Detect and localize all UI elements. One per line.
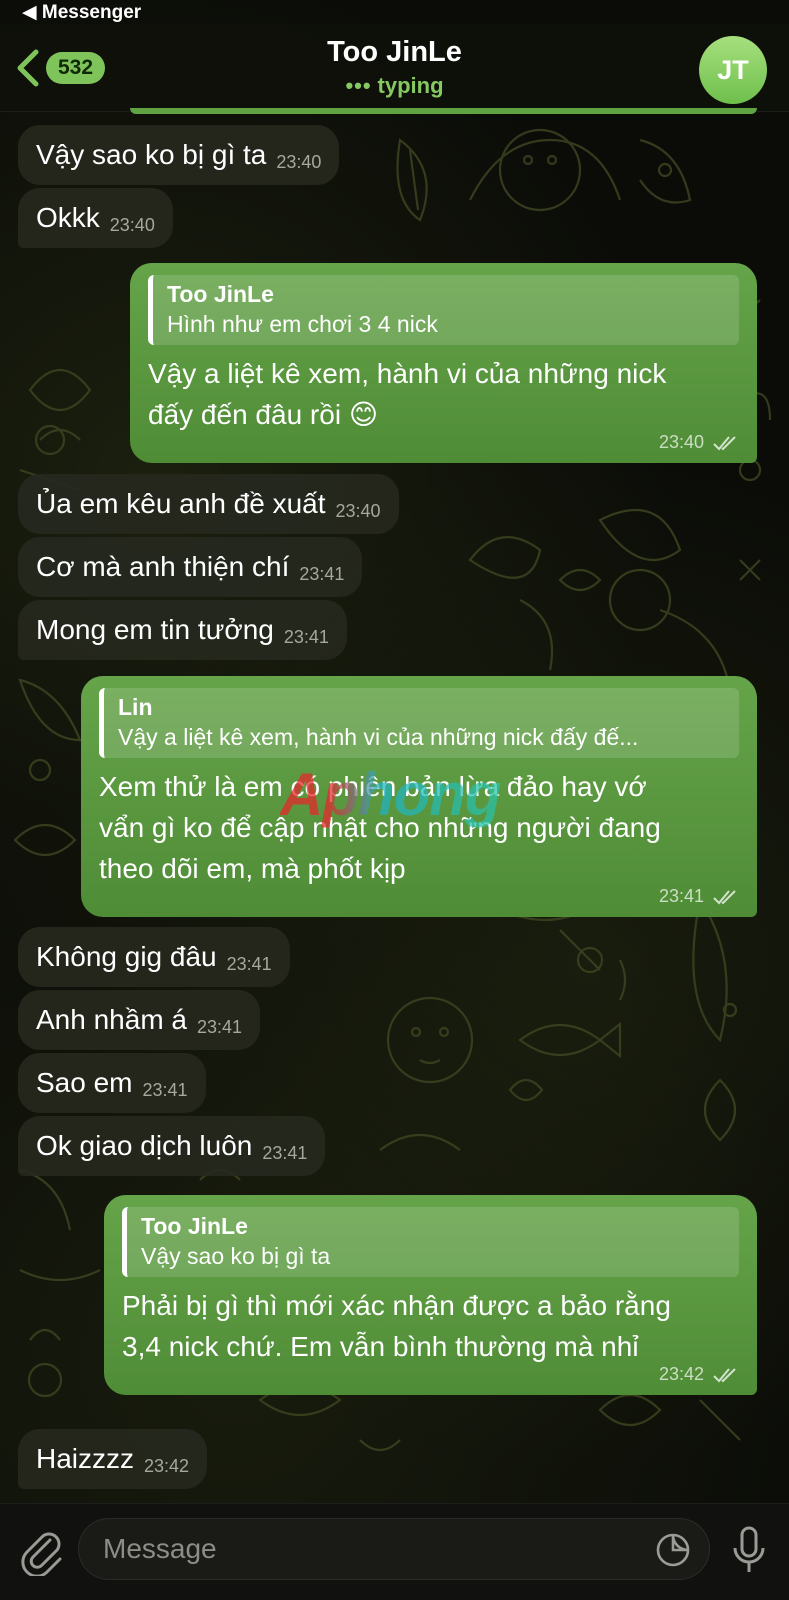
- double-check-icon: [713, 890, 736, 905]
- avatar[interactable]: JT: [699, 36, 767, 104]
- status-bar-back-app[interactable]: ◀ Messenger: [0, 0, 789, 24]
- message-incoming[interactable]: Okkk 23:40: [18, 188, 173, 248]
- back-button[interactable]: 532: [14, 48, 106, 88]
- message-text: Cơ mà anh thiện chí: [36, 551, 290, 582]
- message-text: Vậy sao ko bị gì ta: [36, 139, 267, 170]
- message-text: Sao em: [36, 1067, 133, 1098]
- chat-title-block[interactable]: Too JinLe ••• typing: [200, 36, 589, 99]
- reply-quote[interactable]: Lin Vậy a liệt kê xem, hành vi của những…: [99, 688, 739, 758]
- message-time: 23:41: [283, 627, 329, 647]
- chevron-left-icon: [17, 49, 39, 87]
- message-incoming[interactable]: Cơ mà anh thiện chí 23:41: [18, 537, 363, 597]
- message-time: 23:40: [276, 152, 322, 172]
- message-incoming[interactable]: Ủa em kêu anh đề xuất 23:40: [18, 474, 399, 534]
- message-line: theo dõi em, mà phốt kịp: [99, 853, 406, 884]
- typing-dots-icon: •••: [345, 73, 372, 98]
- message-time: 23:41: [197, 1017, 243, 1037]
- message-time: 23:42: [144, 1456, 190, 1476]
- message-text: Anh nhầm á: [36, 1004, 187, 1035]
- message-time: 23:42: [658, 1364, 704, 1384]
- typing-status-label: typing: [377, 73, 444, 98]
- message-line: Vậy a liệt kê xem, hành vi của những nic…: [148, 358, 667, 389]
- message-time: 23:40: [109, 215, 155, 235]
- double-check-icon: [713, 436, 736, 451]
- message-input[interactable]: [79, 1519, 619, 1579]
- reply-sender-name: Too JinLe: [141, 1213, 248, 1239]
- message-time: 23:41: [299, 564, 345, 584]
- message-incoming[interactable]: Không gig đâu 23:41: [18, 927, 290, 987]
- reply-sender-name: Too JinLe: [167, 281, 274, 307]
- message-field: [78, 1518, 710, 1580]
- message-time: 23:41: [226, 954, 272, 974]
- message-incoming[interactable]: Sao em 23:41: [18, 1053, 206, 1113]
- microphone-icon[interactable]: [730, 1524, 768, 1576]
- message-text: Haizzzz: [36, 1443, 135, 1474]
- message-time: 23:41: [262, 1143, 308, 1163]
- sticker-icon[interactable]: [655, 1532, 691, 1568]
- message-incoming[interactable]: Haizzzz 23:42: [18, 1429, 208, 1489]
- status-back-label[interactable]: ◀ Messenger: [22, 1, 141, 24]
- message-outgoing[interactable]: Too JinLe Vậy sao ko bị gì ta Phải bị gì…: [104, 1195, 757, 1395]
- message-text: Vậy a liệt kê xem, hành vi của những nic…: [148, 353, 739, 435]
- message-text: Ủa em kêu anh đề xuất: [36, 488, 326, 519]
- message-line: đấy đến đâu rồi 😊: [148, 399, 379, 430]
- previous-message-edge: [130, 108, 757, 114]
- reply-quote[interactable]: Too JinLe Hình như em chơi 3 4 nick: [148, 275, 739, 345]
- message-text: Okkk: [36, 202, 100, 233]
- message-incoming[interactable]: Vậy sao ko bị gì ta 23:40: [18, 125, 340, 185]
- typing-status: ••• typing: [200, 73, 589, 99]
- message-text: Không gig đâu: [36, 941, 217, 972]
- reply-quoted-text: Hình như em chơi 3 4 nick: [167, 311, 438, 337]
- message-text: Mong em tin tưởng: [36, 614, 274, 645]
- chat-header: 532 Too JinLe ••• typing JT: [0, 24, 789, 112]
- watermark-logo: Aphong: [280, 761, 502, 828]
- reply-quoted-text: Vậy sao ko bị gì ta: [141, 1243, 331, 1269]
- reply-quoted-text: Vậy a liệt kê xem, hành vi của những nic…: [118, 724, 639, 750]
- reply-sender-name: Lin: [118, 694, 153, 720]
- unread-count-badge: 532: [46, 52, 106, 84]
- chat-title: Too JinLe: [327, 36, 462, 68]
- message-time: 23:40: [335, 501, 381, 521]
- message-incoming[interactable]: Mong em tin tưởng 23:41: [18, 600, 347, 660]
- message-line: Phải bị gì thì mới xác nhận được a bảo r…: [122, 1290, 671, 1321]
- double-check-icon: [713, 1368, 736, 1383]
- message-time: 23:41: [658, 886, 704, 906]
- paperclip-icon[interactable]: [20, 1528, 64, 1576]
- message-incoming[interactable]: Ok giao dịch luôn 23:41: [18, 1116, 326, 1176]
- message-outgoing[interactable]: Too JinLe Hình như em chơi 3 4 nick Vậy …: [130, 263, 757, 463]
- message-time: 23:40: [658, 432, 704, 452]
- message-text: Ok giao dịch luôn: [36, 1130, 253, 1161]
- reply-quote[interactable]: Too JinLe Vậy sao ko bị gì ta: [122, 1207, 739, 1277]
- message-text: Phải bị gì thì mới xác nhận được a bảo r…: [122, 1285, 739, 1367]
- message-line: 3,4 nick chứ. Em vẫn bình thường mà nhỉ: [122, 1331, 639, 1362]
- message-time: 23:41: [142, 1080, 188, 1100]
- message-incoming[interactable]: Anh nhầm á 23:41: [18, 990, 261, 1050]
- message-composer: [0, 1503, 789, 1600]
